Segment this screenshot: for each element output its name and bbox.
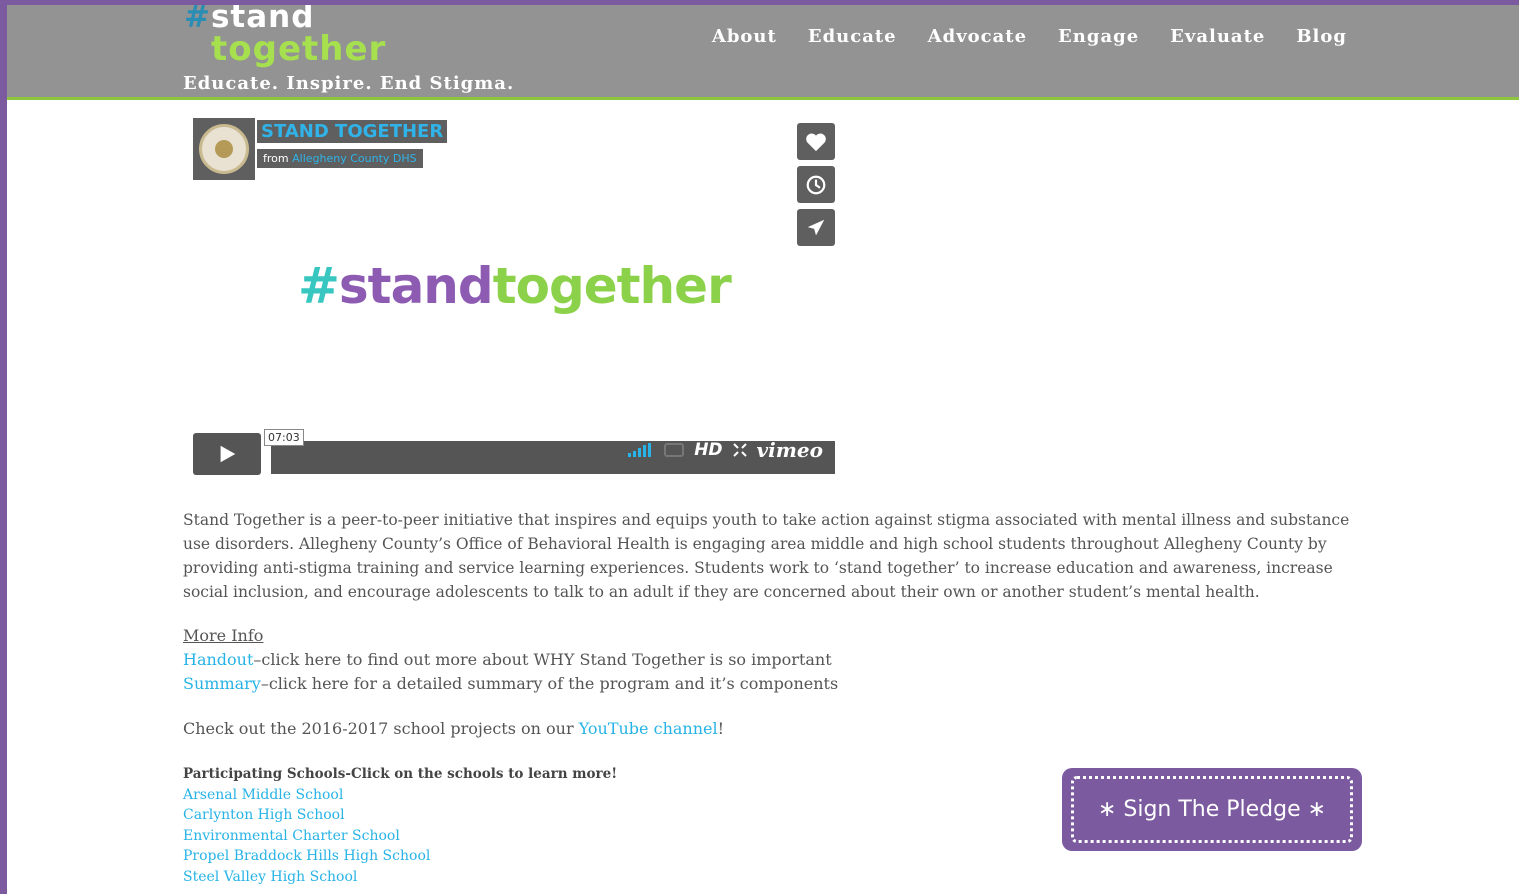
hd-toggle[interactable]: HD [694, 440, 722, 460]
school-link[interactable]: Propel Braddock Hills High School [183, 846, 617, 867]
school-link[interactable]: Carlynton High School [183, 805, 617, 826]
school-link[interactable]: Arsenal Middle School [183, 785, 617, 806]
schools-heading: Participating Schools-Click on the schoo… [183, 766, 618, 782]
hashtag-hash: # [298, 257, 340, 315]
video-byline: from Allegheny County DHS [257, 149, 423, 168]
handout-description: –click here to find out more about WHY S… [253, 650, 832, 669]
watch-later-button[interactable] [797, 166, 835, 203]
handout-link[interactable]: Handout [183, 650, 253, 669]
page: #stand together Educate. Inspire. End St… [7, 5, 1519, 894]
sign-pledge-button[interactable]: ∗ Sign The Pledge ∗ [1062, 768, 1362, 851]
school-link[interactable]: Steel Valley High School [183, 867, 617, 888]
video-player[interactable]: STAND TOGETHER from Allegheny County DHS… [193, 115, 835, 480]
county-seal-icon [193, 118, 255, 180]
hashtag-stand: stand [338, 257, 494, 315]
volume-icon[interactable] [628, 443, 654, 457]
heart-icon [806, 133, 826, 151]
summary-link[interactable]: Summary [183, 674, 261, 693]
youtube-suffix: ! [717, 719, 725, 738]
more-info-heading[interactable]: More Info [183, 626, 263, 645]
tagline: Educate. Inspire. End Stigma. [183, 73, 515, 94]
hashtag-together: together [492, 257, 732, 315]
nav-educate[interactable]: Educate [808, 26, 897, 47]
paper-plane-icon [807, 219, 825, 235]
summary-description: –click here for a detailed summary of th… [260, 674, 839, 693]
nav-advocate[interactable]: Advocate [928, 26, 1027, 47]
control-icons: HD vimeo [628, 438, 823, 462]
logo-hash: # [184, 5, 211, 35]
nav-engage[interactable]: Engage [1058, 26, 1139, 47]
video-controls: 07:03 HD vimeo [193, 429, 835, 475]
main-nav: About Educate Advocate Engage Evaluate B… [712, 26, 1347, 47]
like-button[interactable] [797, 123, 835, 160]
nav-evaluate[interactable]: Evaluate [1170, 26, 1265, 47]
play-button[interactable] [193, 433, 261, 475]
logo-word-together[interactable]: together [211, 29, 386, 69]
video-badge[interactable]: STAND TOGETHER from Allegheny County DHS [193, 118, 456, 180]
captions-icon[interactable] [664, 443, 685, 457]
more-info-section: More Info Handout–click here to find out… [183, 624, 838, 696]
youtube-channel-link[interactable]: YouTube channel [579, 719, 718, 738]
schools-list: Participating Schools-Click on the schoo… [183, 764, 617, 888]
sign-pledge-label: ∗ Sign The Pledge ∗ [1071, 776, 1353, 843]
clock-icon [806, 175, 826, 194]
share-button[interactable] [797, 209, 835, 246]
intro-paragraph: Stand Together is a peer-to-peer initiat… [183, 511, 1350, 601]
timecode: 07:03 [264, 429, 304, 446]
nav-blog[interactable]: Blog [1296, 26, 1347, 47]
fullscreen-icon[interactable] [732, 443, 747, 457]
youtube-callout: Check out the 2016-2017 school projects … [183, 717, 724, 741]
byline-from: from [263, 152, 289, 165]
play-icon [220, 445, 236, 463]
nav-about[interactable]: About [712, 26, 777, 47]
site-header: #stand together Educate. Inspire. End St… [7, 5, 1519, 100]
video-hashtag-title: #standtogether [298, 257, 732, 315]
byline-org-link[interactable]: Allegheny County DHS [292, 152, 417, 165]
video-title[interactable]: STAND TOGETHER [257, 120, 448, 143]
school-link[interactable]: Environmental Charter School [183, 826, 617, 847]
youtube-prefix: Check out the 2016-2017 school projects … [183, 719, 579, 738]
vimeo-logo[interactable]: vimeo [757, 438, 823, 462]
